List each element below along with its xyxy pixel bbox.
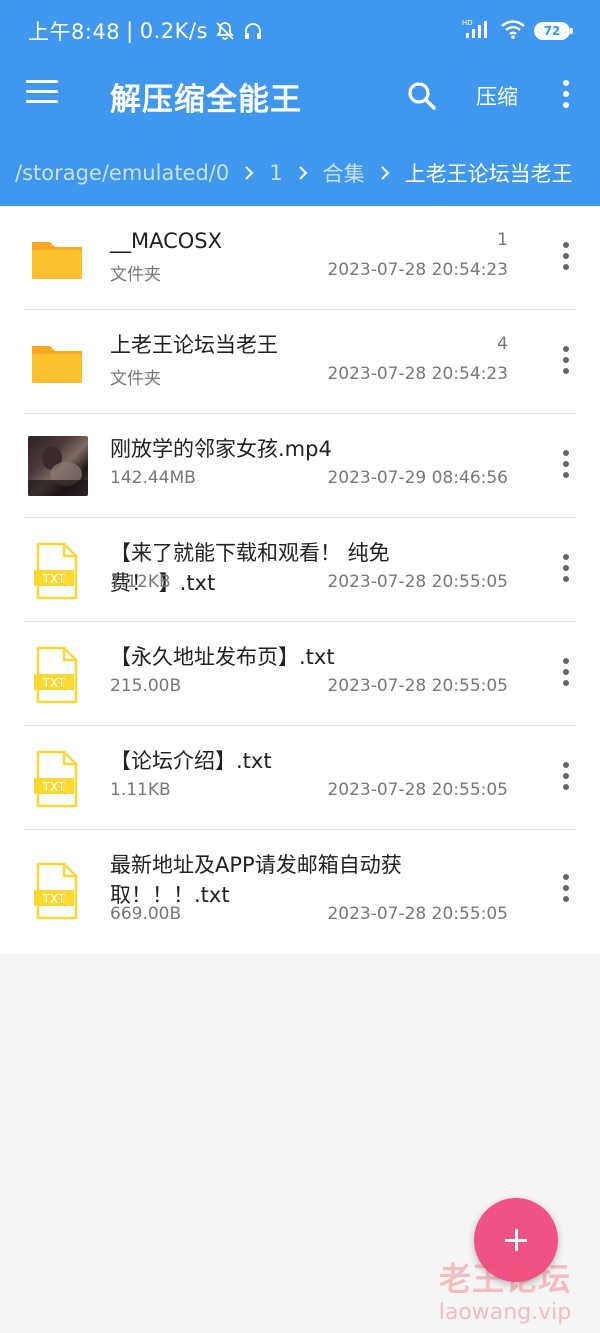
txt-file-icon: TXT (26, 540, 88, 602)
battery-indicator: 72 (534, 22, 573, 40)
breadcrumb-item-current[interactable]: 上老王论坛当老王 (405, 158, 573, 188)
chevron-right-icon (283, 165, 323, 181)
svg-text:TXT: TXT (42, 572, 66, 586)
more-vert-icon[interactable] (556, 346, 576, 380)
file-date: 2023-07-28 20:54:23 (327, 260, 508, 280)
status-time: 上午8:48 (28, 20, 121, 44)
watermark-en: laowang.vip (438, 1300, 572, 1325)
more-vert-icon[interactable] (556, 762, 576, 796)
folder-icon (26, 332, 88, 394)
file-type: 文件夹 (110, 265, 161, 285)
list-item[interactable]: TXT 最新地址及APP请发邮箱自动获取！！！.txt 669.00B 2023… (0, 830, 600, 954)
status-right: HD 72 (462, 18, 573, 44)
more-vert-icon[interactable] (556, 450, 576, 484)
search-icon[interactable] (404, 78, 440, 114)
txt-file-icon: TXT (26, 860, 88, 922)
file-size: 142.44MB (110, 468, 196, 488)
network-speed: 0.2K/s (139, 19, 208, 43)
chevron-right-icon (365, 165, 405, 181)
file-size: 1.11KB (110, 780, 171, 800)
more-vert-icon[interactable] (556, 80, 576, 114)
headset-icon (242, 20, 264, 42)
txt-file-icon: TXT (26, 644, 88, 706)
breadcrumb-item-collection[interactable]: 合集 (323, 158, 365, 188)
svg-text:HD: HD (462, 19, 473, 27)
file-name: 刚放学的邻家女孩.mp4 (110, 437, 332, 461)
file-name: 最新地址及APP请发邮箱自动获取！！！.txt (110, 853, 402, 907)
mute-bell-icon (214, 20, 236, 42)
svg-text:TXT: TXT (42, 892, 66, 906)
list-item[interactable]: TXT 【论坛介绍】.txt 1.11KB 2023-07-28 20:55:0… (0, 726, 600, 830)
file-date: 2023-07-29 08:46:56 (327, 468, 508, 488)
watermark: 老王论坛 laowang.vip (420, 1254, 590, 1325)
more-vert-icon[interactable] (556, 554, 576, 588)
file-date: 2023-07-28 20:55:05 (327, 676, 508, 696)
file-date: 2023-07-28 20:54:23 (327, 364, 508, 384)
hamburger-menu-icon[interactable] (26, 80, 58, 110)
txt-file-icon: TXT (26, 748, 88, 810)
status-left: 上午8:48 | 0.2K/s (28, 16, 264, 46)
app-header: 上午8:48 | 0.2K/s HD 72 解压缩全能王 压缩 /storage… (0, 0, 600, 206)
list-item[interactable]: __MACOSX 文件夹 1 2023-07-28 20:54:23 (0, 206, 600, 310)
toolbar: 解压缩全能王 压缩 (0, 62, 600, 132)
file-name: 【永久地址发布页】.txt (110, 645, 335, 669)
breadcrumb: /storage/emulated/0 1 合集 上老王论坛当老王 (0, 152, 600, 194)
more-vert-icon[interactable] (556, 658, 576, 692)
item-count: 1 (497, 230, 508, 250)
more-vert-icon[interactable] (556, 242, 576, 276)
svg-text:TXT: TXT (42, 780, 66, 794)
status-bar: 上午8:48 | 0.2K/s HD 72 (0, 0, 600, 60)
hd-signal-icon: HD (462, 18, 492, 44)
status-separator: | (126, 19, 134, 43)
file-name: __MACOSX (110, 229, 223, 253)
file-name: 【论坛介绍】.txt (110, 749, 272, 773)
file-list: __MACOSX 文件夹 1 2023-07-28 20:54:23 上老王论坛… (0, 206, 600, 954)
file-type: 文件夹 (110, 369, 161, 389)
compress-button[interactable]: 压缩 (476, 81, 518, 111)
list-item[interactable]: 上老王论坛当老王 文件夹 4 2023-07-28 20:54:23 (0, 310, 600, 414)
file-size: 215.00B (110, 676, 182, 696)
item-count: 4 (497, 334, 508, 354)
watermark-cn: 老王论坛 (438, 1260, 571, 1298)
file-date: 2023-07-28 20:55:05 (327, 904, 508, 924)
list-item[interactable]: TXT 【来了就能下载和观看！ 纯免费！ 】.txt 1.12KB 2023-0… (0, 518, 600, 622)
file-date: 2023-07-28 20:55:05 (327, 572, 508, 592)
breadcrumb-item-root[interactable]: /storage/emulated/0 (15, 161, 229, 185)
breadcrumb-item-1[interactable]: 1 (269, 161, 282, 185)
file-size: 669.00B (110, 904, 182, 924)
list-item[interactable]: TXT 【永久地址发布页】.txt 215.00B 2023-07-28 20:… (0, 622, 600, 726)
wifi-icon (500, 18, 526, 44)
file-name: 上老王论坛当老王 (110, 333, 278, 357)
app-title: 解压缩全能王 (110, 82, 302, 118)
file-size: 1.12KB (110, 572, 171, 592)
file-date: 2023-07-28 20:55:05 (327, 780, 508, 800)
video-thumbnail (28, 436, 88, 496)
battery-level: 72 (543, 24, 561, 38)
svg-text:TXT: TXT (42, 676, 66, 690)
more-vert-icon[interactable] (556, 874, 576, 908)
folder-icon (26, 228, 88, 290)
chevron-right-icon (229, 165, 269, 181)
list-item[interactable]: 刚放学的邻家女孩.mp4 142.44MB 2023-07-29 08:46:5… (0, 414, 600, 518)
